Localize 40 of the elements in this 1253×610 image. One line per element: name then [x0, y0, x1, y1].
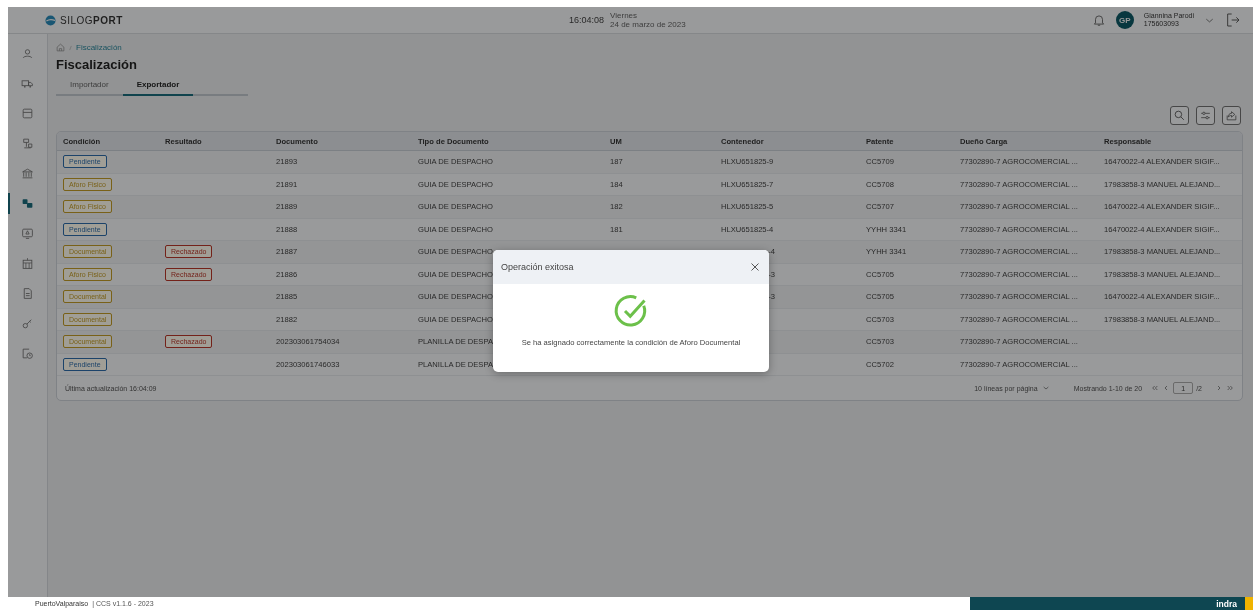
page-title: Fiscalización [56, 57, 138, 72]
logo-icon [45, 14, 56, 26]
tab[interactable]: Exportador [122, 78, 194, 96]
box-icon[interactable] [21, 107, 34, 120]
close-button[interactable] [749, 261, 761, 273]
search-button[interactable] [1170, 106, 1189, 125]
chevron-down-icon[interactable] [1041, 384, 1050, 392]
document-icon[interactable] [21, 287, 34, 300]
user-avatar[interactable]: GP [1115, 11, 1134, 29]
clock-icon[interactable] [21, 347, 34, 360]
notification-bell-icon[interactable] [1091, 13, 1106, 27]
close-icon [749, 261, 761, 273]
weekday: Viernes [610, 11, 639, 20]
last-page-icon[interactable] [1226, 384, 1234, 392]
logout-icon[interactable] [1225, 12, 1241, 28]
breadcrumb-link[interactable]: Fiscalización [76, 43, 122, 52]
dialog-title: Operación exitosa [501, 262, 574, 272]
key-icon[interactable] [21, 317, 34, 330]
cubes-icon[interactable] [21, 197, 34, 210]
filter-button[interactable] [1196, 106, 1215, 125]
app-logo-text: SILOGPORT [60, 14, 123, 26]
home-icon[interactable] [56, 43, 65, 52]
next-page-icon[interactable] [1215, 384, 1223, 392]
sliders-icon [1199, 109, 1212, 122]
clock-time: 16:04:08 [569, 15, 605, 25]
export-button[interactable] [1222, 106, 1241, 125]
building-icon[interactable] [21, 167, 34, 180]
first-page-icon[interactable] [1151, 384, 1160, 392]
accent-block [1245, 597, 1253, 610]
success-check-icon [613, 293, 649, 329]
search-icon [1173, 109, 1186, 122]
monitor-icon[interactable] [21, 227, 34, 240]
date: 24 de marzo de 2023 [610, 20, 686, 29]
tab[interactable]: Importador [56, 78, 123, 96]
calendar-icon[interactable] [21, 257, 34, 270]
truck-icon[interactable] [21, 77, 34, 90]
vendor-logo-text: indra [1216, 598, 1237, 609]
person-pin-icon[interactable] [21, 47, 34, 60]
export-icon [1225, 109, 1238, 122]
scale-icon[interactable] [21, 137, 34, 150]
